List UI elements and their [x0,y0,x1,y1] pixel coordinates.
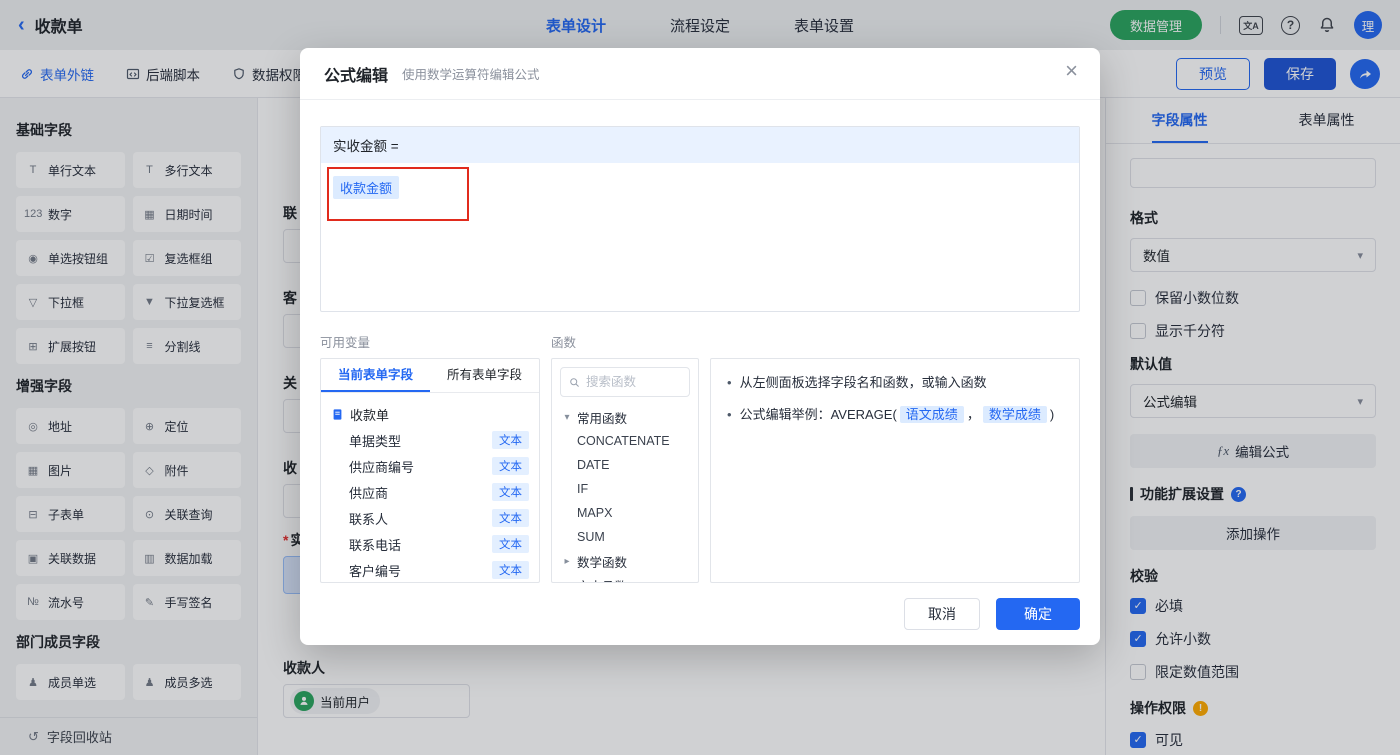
cancel-button[interactable]: 取消 [904,598,980,630]
function-list: CONCATENATE DATE IF MAPX SUM [562,429,688,549]
close-icon[interactable]: × [1065,60,1078,82]
function-item[interactable]: DATE [562,453,688,477]
variable-item[interactable]: 客户编号 文本 [331,557,529,582]
formula-target: 实收金额 = [321,127,1079,163]
variable-type-badge: 文本 [492,535,529,553]
tip-text: 从左侧面板选择字段名和函数，或输入函数 [739,375,987,390]
function-item[interactable]: CONCATENATE [562,429,688,453]
confirm-button[interactable]: 确定 [996,598,1080,630]
function-item[interactable]: SUM [562,525,688,549]
formula-input-area[interactable]: 收款金额 [321,163,1079,312]
variable-type-badge: 文本 [492,483,529,501]
functions-panel: ▾ 常用函数 CONCATENATE DATE IF [551,358,699,583]
function-group-label: 常用函数 [577,411,628,426]
function-group-common[interactable]: ▾ 常用函数 [562,405,688,429]
tab-current-form-fields[interactable]: 当前表单字段 [321,359,430,392]
variables-panel: 当前表单字段 所有表单字段 收款单 单据类型 文本 供应商编号 文本 供应商 文… [320,358,540,583]
function-item[interactable]: IF [562,477,688,501]
tip-line: • 公式编辑举例：AVERAGE(语文成绩，数学成绩) [727,405,1063,425]
function-group-text[interactable]: ▸ 文本函数 [562,573,688,583]
app-root: ‹ 收款单 表单设计 流程设定 表单设置 数据管理 文A ? 理 表单外链 后端… [0,0,1400,755]
function-group-math[interactable]: ▸ 数学函数 [562,549,688,573]
example-field-chip: 语文成绩 [899,406,964,424]
bullet-icon: • [727,407,732,423]
variable-name: 客户编号 [349,563,402,579]
formula-editor[interactable]: 实收金额 = 收款金额 [320,126,1080,312]
function-search[interactable] [560,367,690,397]
variable-name: 联系电话 [349,537,402,553]
variable-name: 单据类型 [349,433,402,449]
tab-all-form-fields[interactable]: 所有表单字段 [430,359,539,392]
bullet-icon: • [727,375,732,390]
variable-item[interactable]: 联系人 文本 [331,505,529,531]
example-field-chip: 数学成绩 [982,406,1047,424]
document-icon [333,408,342,420]
variable-type-badge: 文本 [492,457,529,475]
variable-type-badge: 文本 [492,561,529,579]
chevron-right-icon: ▸ [564,555,570,567]
field-chip[interactable]: 收款金额 [333,176,400,199]
function-item[interactable]: MAPX [562,501,688,525]
function-group-label: 文本函数 [577,576,627,583]
form-node[interactable]: 收款单 [331,401,529,427]
form-node-label: 收款单 [350,407,390,423]
functions-label: 函数 [551,336,577,350]
variables-list: 单据类型 文本 供应商编号 文本 供应商 文本 联系人 文本 联系电话 文本 客… [331,427,529,582]
modal-title: 公式编辑 [324,67,389,85]
variable-name: 供应商 [349,485,389,501]
variable-name: 供应商编号 [349,459,415,475]
variable-type-badge: 文本 [492,431,529,449]
tips-panel: • 从左侧面板选择字段名和函数，或输入函数 • 公式编辑举例：AVERAGE(语… [710,358,1080,583]
variable-item[interactable]: 供应商编号 文本 [331,453,529,479]
modal-subtitle: 使用数学运算符编辑公式 [402,68,540,82]
function-search-input[interactable] [586,375,681,389]
variable-item[interactable]: 单据类型 文本 [331,427,529,453]
variable-item[interactable]: 供应商 文本 [331,479,529,505]
tip-line: • 从左侧面板选择字段名和函数，或输入函数 [727,373,1063,393]
chevron-down-icon: ▾ [564,411,570,423]
variable-name: 联系人 [349,511,389,527]
tip-text: 公式编辑举例：AVERAGE(语文成绩，数学成绩) [739,406,1055,424]
variable-type-badge: 文本 [492,509,529,527]
function-group-label: 数学函数 [577,555,628,570]
variable-item[interactable]: 联系电话 文本 [331,531,529,557]
variables-label: 可用变量 [320,336,371,350]
search-icon [570,377,579,387]
formula-editor-modal: 公式编辑 使用数学运算符编辑公式 × 实收金额 = 收款金额 可用变量 函数 当… [300,48,1100,645]
